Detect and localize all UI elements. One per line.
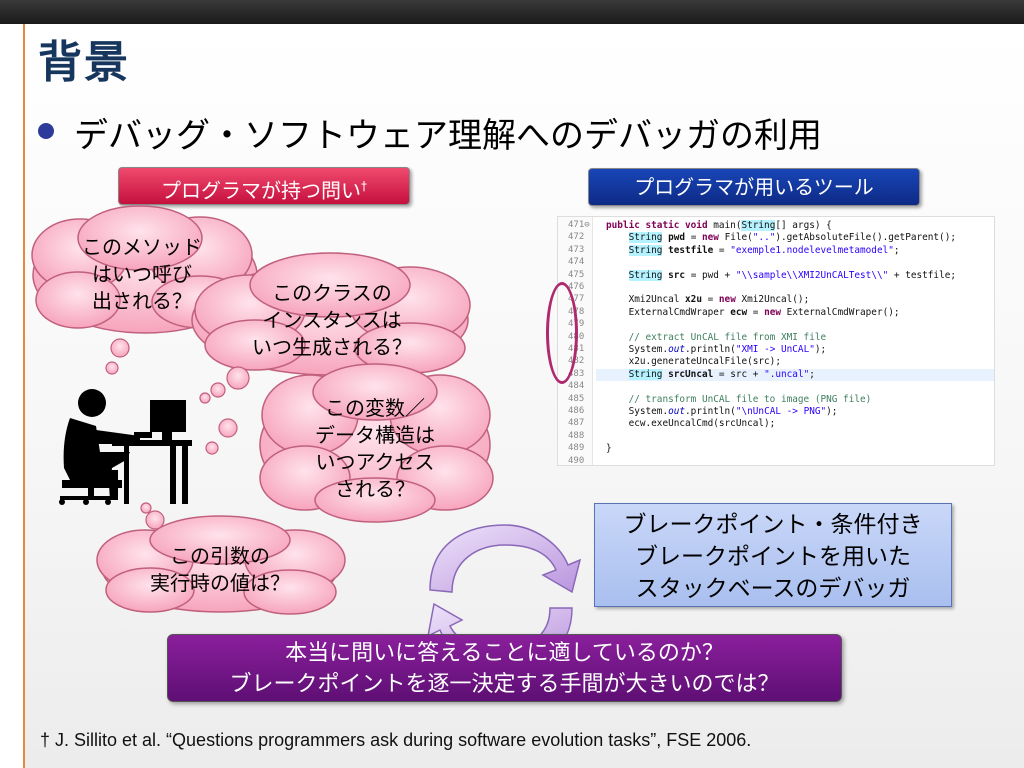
code-line: ecw.exeUncalCmd(srcUncal); bbox=[606, 418, 776, 430]
line-number: 474 bbox=[568, 257, 585, 268]
line-number: 490 bbox=[568, 455, 585, 466]
code-line: String testfile = "exemple1.nodelevelmet… bbox=[628, 244, 900, 256]
footnote: † J. Sillito et al. “Questions programme… bbox=[40, 730, 752, 750]
question-line-2: ブレークポイントを逐一決定する手間が大きいのでは？ bbox=[229, 672, 780, 697]
cloud-3-text: この変数／ データ構造は いつアクセス される？ bbox=[315, 396, 435, 501]
line-number: 486 bbox=[568, 406, 585, 416]
code-line: String pwd = new File("..").getAbsoluteF… bbox=[628, 232, 956, 244]
code-line: ExternalCmdWraper ecw = new ExternalCmdW… bbox=[606, 306, 900, 318]
cloud-2-text: このクラスの インスタンスは いつ生成される？ bbox=[252, 281, 412, 359]
line-number: 473 bbox=[568, 244, 585, 255]
line-number: 489 bbox=[568, 443, 585, 454]
line-number: 475 bbox=[568, 269, 585, 280]
cloud-1-text: このメソッド はいつ呼び 出される？ bbox=[82, 235, 202, 313]
line-number: 472 bbox=[568, 232, 585, 243]
line-number: 484 bbox=[568, 381, 585, 392]
debugger-description-box: ブレークポイント・条件付き ブレークポイントを用いた スタックベースのデバッガ bbox=[594, 503, 952, 607]
code-line: // extract UnCAL file from XMI file bbox=[628, 331, 827, 343]
code-line: String srcUncal = src + ".uncal"; bbox=[628, 368, 815, 380]
code-line: Xmi2Uncal x2u = new Xmi2Uncal(); bbox=[606, 294, 810, 306]
code-line: } bbox=[606, 443, 612, 455]
code-line: System.out.println("\nUnCAL -> PNG"); bbox=[606, 406, 838, 417]
code-line: public static void main(String[] args) { bbox=[606, 220, 832, 231]
tool-box-line-3: スタックベースのデバッガ bbox=[635, 576, 911, 602]
code-editor-screenshot: 471⊖ public static void main(String[] arg… bbox=[557, 216, 995, 466]
cloud-4-text: この引数の 実行時の値は？ bbox=[150, 544, 290, 595]
line-number: 471⊖ bbox=[568, 220, 590, 230]
line-number: 488 bbox=[568, 430, 585, 441]
tool-box-line-2: ブレークポイントを用いた bbox=[635, 544, 911, 570]
tool-box-line-1: ブレークポイント・条件付き bbox=[623, 512, 923, 538]
question-line-1: 本当に問いに答えることに適しているのか？ bbox=[285, 641, 724, 666]
programmer-icon bbox=[59, 389, 192, 505]
code-line: x2u.generateUncalFile(src); bbox=[606, 356, 781, 368]
breakpoint-highlight-ellipse bbox=[546, 282, 578, 384]
line-number: 487 bbox=[568, 418, 585, 429]
line-number: 485 bbox=[568, 393, 585, 404]
code-line: System.out.println("XMI -> UnCAL"); bbox=[606, 344, 827, 355]
question-box: 本当に問いに答えることに適しているのか？ ブレークポイントを逐一決定する手間が大… bbox=[167, 634, 842, 702]
code-line: // transform UnCAL file to image (PNG fi… bbox=[628, 393, 872, 405]
code-line: String src = pwd + "\\sample\\XMI2UnCALT… bbox=[628, 269, 956, 281]
